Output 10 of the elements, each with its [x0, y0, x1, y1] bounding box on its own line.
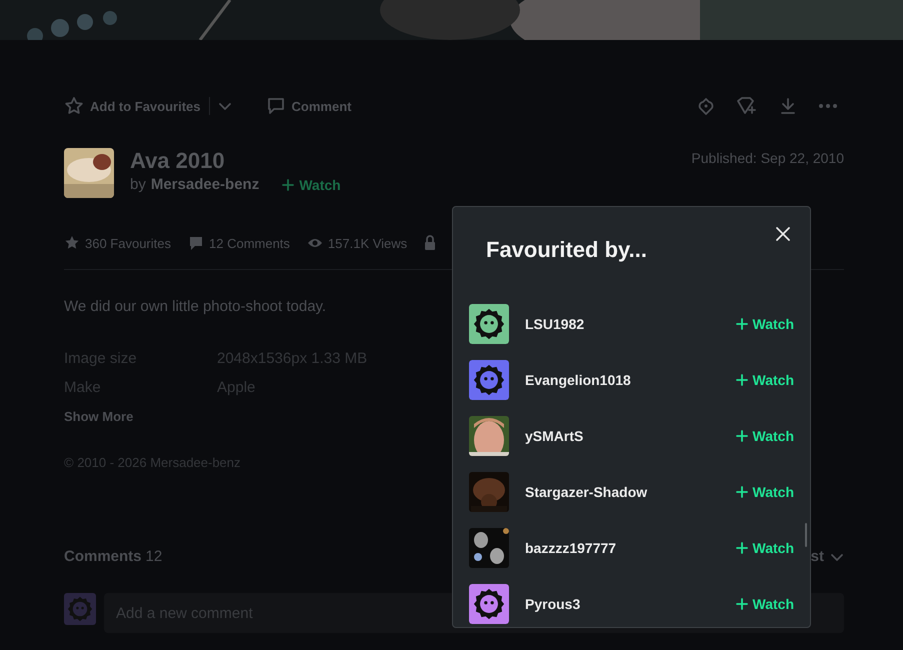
dialog-title: Favourited by...: [486, 237, 647, 263]
stat-text: 360 Favourites: [85, 236, 171, 250]
comments-count: 12: [146, 548, 162, 565]
published-date: Published: Sep 22, 2010: [691, 150, 844, 166]
comments-heading: Comments: [64, 548, 142, 565]
stat-text: 157.1K Views: [328, 236, 408, 250]
description-text: We did our own little photo-shoot today.: [64, 298, 328, 315]
byline-text: by: [130, 176, 146, 193]
stat-text: 12 Comments: [209, 236, 290, 250]
artwork-title: Ava 2010: [130, 148, 226, 174]
